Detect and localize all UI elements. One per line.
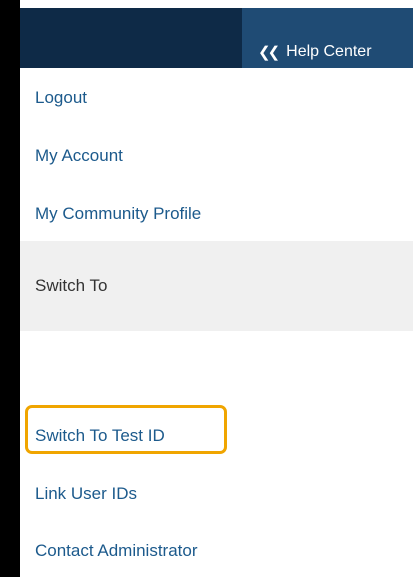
help-center-label: Help Center [286,43,372,60]
double-chevron-left-icon: ❮❮ [258,43,280,61]
contact-administrator-link[interactable]: Contact Administrator [35,541,198,561]
switch-to-label: Switch To [35,276,108,295]
link-user-ids-link[interactable]: Link User IDs [35,484,137,504]
my-community-profile-link[interactable]: My Community Profile [35,204,201,224]
logout-link[interactable]: Logout [35,88,87,108]
switch-to-test-id-link[interactable]: Switch To Test ID [35,426,165,446]
help-center-link[interactable]: ❮❮ Help Center [258,41,372,63]
switch-to-section: Switch To [20,241,413,331]
header-bar [20,8,242,68]
my-account-link[interactable]: My Account [35,146,123,166]
